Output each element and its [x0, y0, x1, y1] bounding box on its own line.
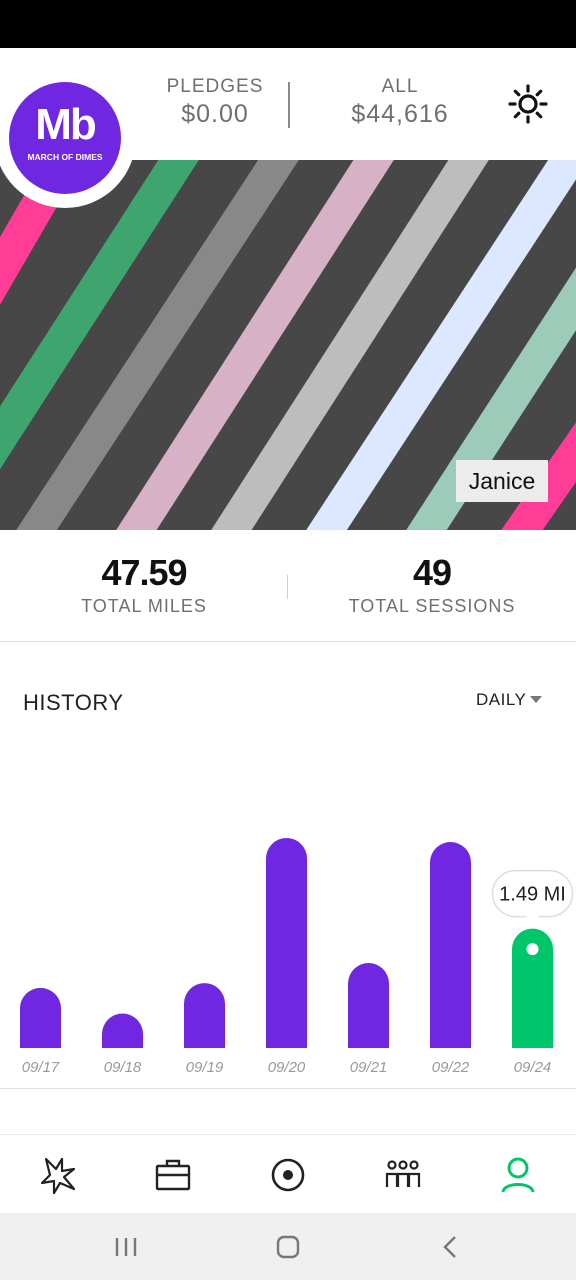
home-icon[interactable]	[274, 1233, 302, 1261]
pledges-value: $0.00	[181, 100, 249, 128]
total-miles-label: TOTAL MILES	[81, 596, 207, 616]
burst-icon[interactable]	[36, 1153, 80, 1197]
logo-mark: Mb	[35, 100, 97, 149]
tooltip-pointer	[525, 915, 540, 925]
total-miles-value: 47.59	[101, 552, 187, 593]
all-label: ALL	[381, 76, 419, 97]
total-sessions: 49 TOTAL SESSIONS	[340, 552, 524, 617]
group-icon[interactable]	[381, 1153, 425, 1197]
history-chart: 09/17 09/18 09/19 09/20 09/21 09/22 09/24 1.49 …	[20, 838, 574, 1076]
chart-tick-label: 09/17	[22, 1059, 60, 1076]
period-dropdown[interactable]: DAILY	[476, 690, 526, 710]
chart-bar-09-21[interactable]	[348, 963, 389, 1048]
chart-bar-09-19[interactable]	[184, 983, 225, 1048]
chart-tick-label: 09/18	[104, 1059, 142, 1076]
tooltip-value: 1.49 MI	[499, 884, 566, 906]
status-bar	[0, 0, 576, 48]
bottom-tab-bar	[0, 1134, 576, 1213]
chart-bar-09-18[interactable]	[102, 1013, 143, 1048]
total-miles: 47.59 TOTAL MILES	[64, 552, 224, 617]
record-icon[interactable]	[266, 1153, 310, 1197]
briefcase-icon[interactable]	[151, 1153, 195, 1197]
pledges-stat: PLEDGES $0.00	[160, 76, 270, 129]
totals-divider	[287, 575, 288, 599]
chart-bar-09-22[interactable]	[429, 842, 471, 1048]
chart-bar-09-20[interactable]	[266, 838, 307, 1048]
chart-tick-label: 09/20	[268, 1059, 306, 1076]
history-title: HISTORY	[23, 690, 124, 715]
profile-icon[interactable]	[496, 1153, 540, 1197]
chevron-down-icon[interactable]	[530, 696, 542, 703]
pledges-label: PLEDGES	[166, 76, 264, 97]
chart-tick-label: 09/22	[432, 1059, 470, 1076]
totals-section: 47.59 TOTAL MILES 49 TOTAL SESSIONS	[0, 530, 576, 642]
system-nav-bar	[0, 1213, 576, 1280]
total-sessions-label: TOTAL SESSIONS	[348, 596, 516, 616]
logo-text: MARCH OF DIMES	[27, 152, 103, 162]
gear-icon[interactable]	[506, 82, 550, 126]
user-name-tag: Janice	[456, 460, 548, 502]
chart-tick-label: 09/21	[350, 1059, 388, 1076]
chart-tick-label: 09/19	[186, 1059, 224, 1076]
selected-point-marker	[526, 943, 539, 956]
recents-icon[interactable]	[112, 1235, 140, 1259]
chart-bar-09-17[interactable]	[20, 987, 61, 1048]
chart-tick-label: 09/24	[514, 1059, 552, 1076]
all-stat: ALL $44,616	[340, 76, 460, 129]
march-of-dimes-logo: Mb MARCH OF DIMES	[9, 82, 121, 194]
header-divider	[288, 82, 290, 128]
chart-baseline	[0, 1088, 576, 1089]
total-sessions-value: 49	[412, 552, 452, 593]
back-icon[interactable]	[436, 1233, 464, 1261]
all-value: $44,616	[351, 100, 449, 128]
